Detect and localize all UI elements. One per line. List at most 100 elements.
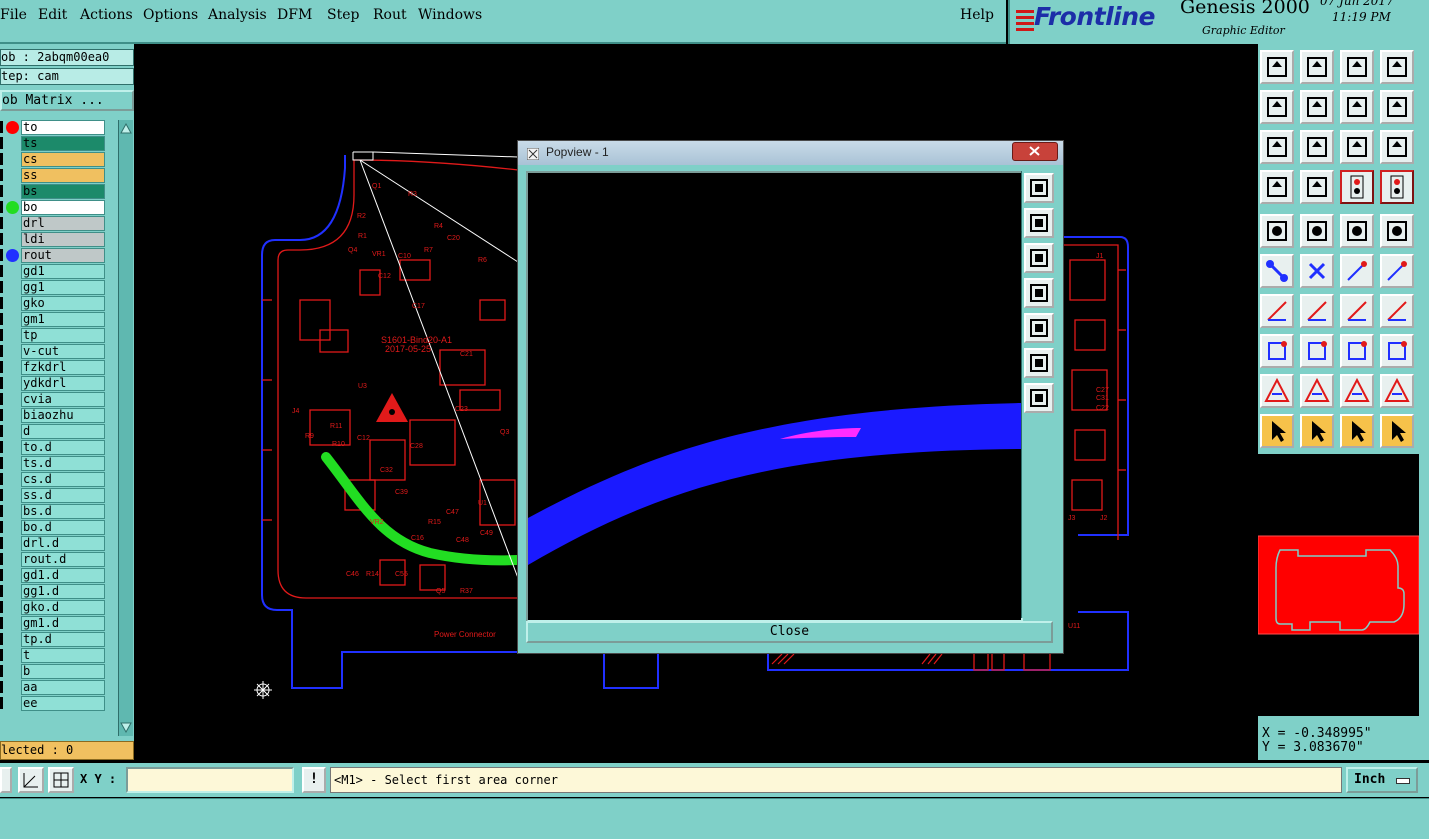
layer-name[interactable]: ee <box>21 696 105 711</box>
layer-name[interactable]: bo.d <box>21 520 105 535</box>
layer-row[interactable]: gg1.d <box>0 584 118 599</box>
layer-name[interactable]: ts.d <box>21 456 105 471</box>
menu-help[interactable]: Help <box>960 7 994 23</box>
layer-affect-marker[interactable] <box>0 361 3 373</box>
layer-name[interactable]: aa <box>21 680 105 695</box>
move-left-button[interactable] <box>1260 90 1294 124</box>
layer-row[interactable]: gko.d <box>0 600 118 615</box>
layer-row[interactable]: v-cut <box>0 344 118 359</box>
layer-affect-marker[interactable] <box>0 169 3 181</box>
layer-name[interactable]: ss <box>21 168 105 183</box>
redraw-button[interactable] <box>1380 90 1414 124</box>
layer-affect-marker[interactable] <box>0 201 3 213</box>
layer-up-button[interactable] <box>1260 50 1294 84</box>
layer-row[interactable]: t <box>0 648 118 663</box>
box-button[interactable] <box>1340 334 1374 368</box>
layer-name[interactable]: d <box>21 424 105 439</box>
layer-row[interactable]: cvia <box>0 392 118 407</box>
line-diag-button[interactable] <box>1300 294 1334 328</box>
select-point-button[interactable] <box>1260 214 1294 248</box>
layer-name[interactable]: rout <box>21 248 105 263</box>
layer-name[interactable]: gd1.d <box>21 568 105 583</box>
measure-button[interactable] <box>18 767 44 793</box>
layer-row[interactable]: drl <box>0 216 118 231</box>
layer-affect-marker[interactable] <box>0 697 3 709</box>
layer-affect-marker[interactable] <box>0 521 3 533</box>
layer-name[interactable]: v-cut <box>21 344 105 359</box>
select-area-button[interactable] <box>1300 214 1334 248</box>
pad-button[interactable] <box>1380 214 1414 248</box>
connect-button[interactable] <box>1260 254 1294 288</box>
layer-name[interactable]: gko <box>21 296 105 311</box>
layer-affect-marker[interactable] <box>0 553 3 565</box>
arrow-point-red-button[interactable] <box>1380 254 1414 288</box>
popview-titlebar[interactable]: Popview - 1 <box>518 141 1063 165</box>
layer-affect-marker[interactable] <box>0 281 3 293</box>
layer-row[interactable]: gg1 <box>0 280 118 295</box>
layer-affect-marker[interactable] <box>0 265 3 277</box>
layer-name[interactable]: t <box>21 648 105 663</box>
layer-name[interactable]: gd1 <box>21 264 105 279</box>
layer-row[interactable]: tp.d <box>0 632 118 647</box>
layer-row[interactable]: tp <box>0 328 118 343</box>
layer-affect-marker[interactable] <box>0 249 3 261</box>
arc-button[interactable] <box>1340 294 1374 328</box>
layer-row[interactable]: rout.d <box>0 552 118 567</box>
layer-name[interactable]: tp.d <box>21 632 105 647</box>
layer-name[interactable]: bo <box>21 200 105 215</box>
pan-up-button[interactable] <box>1024 208 1054 238</box>
menu-windows[interactable]: Windows <box>418 7 482 23</box>
layer-row[interactable]: ts.d <box>0 456 118 471</box>
layer-affect-marker[interactable] <box>0 121 3 133</box>
cursor-circle-button[interactable] <box>1340 414 1374 448</box>
layer-affect-marker[interactable] <box>0 409 3 421</box>
layer-display-dot[interactable] <box>6 249 19 262</box>
units-select[interactable]: Inch <box>1346 767 1418 793</box>
layer-row[interactable]: bs.d <box>0 504 118 519</box>
layer-name[interactable]: drl.d <box>21 536 105 551</box>
zoom-out-button[interactable] <box>1024 383 1054 413</box>
job-matrix-button[interactable]: ob Matrix ... <box>0 90 134 111</box>
probe-button[interactable] <box>1300 170 1334 204</box>
cursor-button[interactable] <box>1260 414 1294 448</box>
selected-trace[interactable] <box>321 452 523 566</box>
layer-name[interactable]: ydkdrl <box>21 376 105 391</box>
layer-affect-marker[interactable] <box>0 569 3 581</box>
ratio-button[interactable] <box>1340 130 1374 164</box>
layer-affect-marker[interactable] <box>0 233 3 245</box>
triangle-a-button[interactable] <box>1340 374 1374 408</box>
layer-row[interactable]: gko <box>0 296 118 311</box>
layer-name[interactable]: gg1 <box>21 280 105 295</box>
layer-affect-marker[interactable] <box>0 457 3 469</box>
layer-affect-marker[interactable] <box>0 473 3 485</box>
layer-name[interactable]: ss.d <box>21 488 105 503</box>
zoom-box-button[interactable] <box>1024 173 1054 203</box>
layer-row[interactable]: cs.d <box>0 472 118 487</box>
layer-row[interactable]: b <box>0 664 118 679</box>
help-button[interactable] <box>1380 130 1414 164</box>
layer-affect-marker[interactable] <box>0 185 3 197</box>
layer-row[interactable]: ss <box>0 168 118 183</box>
layer-name[interactable]: to <box>21 120 105 135</box>
layer-affect-marker[interactable] <box>0 313 3 325</box>
layer-scrollbar[interactable] <box>118 120 133 736</box>
scroll-down-icon[interactable] <box>119 720 133 734</box>
measure-button[interactable] <box>1260 170 1294 204</box>
triangle-b-button[interactable] <box>1380 374 1414 408</box>
net-button[interactable] <box>1380 170 1414 204</box>
layer-affect-marker[interactable] <box>0 601 3 613</box>
layer-affect-marker[interactable] <box>0 217 3 229</box>
layer-name[interactable]: cs.d <box>21 472 105 487</box>
layer-name[interactable]: to.d <box>21 440 105 455</box>
layer-affect-marker[interactable] <box>0 441 3 453</box>
pan-right-button[interactable] <box>1024 313 1054 343</box>
layer-display-dot[interactable] <box>6 121 19 134</box>
layer-affect-marker[interactable] <box>0 649 3 661</box>
layer-name[interactable]: drl <box>21 216 105 231</box>
cursor-red-button[interactable] <box>1300 414 1334 448</box>
layer-row[interactable]: bo.d <box>0 520 118 535</box>
menu-actions[interactable]: Actions <box>80 7 133 23</box>
move-right-button[interactable] <box>1300 90 1334 124</box>
layer-affect-marker[interactable] <box>0 153 3 165</box>
zoom-center-button[interactable] <box>1300 130 1334 164</box>
